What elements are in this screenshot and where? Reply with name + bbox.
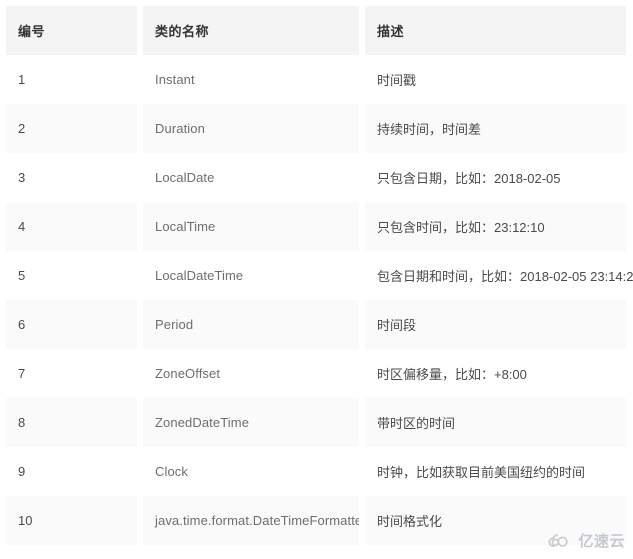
table-row: 9 Clock 时钟，比如获取目前美国纽约的时间	[6, 447, 626, 496]
cell-number: 10	[6, 496, 137, 545]
table-header: 编号 类的名称 描述	[6, 6, 626, 55]
cell-number: 4	[6, 202, 137, 251]
cell-class-name: Duration	[143, 104, 359, 153]
cell-class-name: Period	[143, 300, 359, 349]
table-row: 1 Instant 时间戳	[6, 55, 626, 104]
cell-number: 3	[6, 153, 137, 202]
cell-description: 带时区的时间	[365, 398, 626, 447]
cell-description: 时间格式化	[365, 496, 626, 545]
table-container: 编号 类的名称 描述 1 Instant 时间戳 2 Duration 持续时间…	[6, 6, 633, 545]
column-header-class-name: 类的名称	[143, 6, 359, 55]
cell-class-name: ZoneOffset	[143, 349, 359, 398]
cell-description: 时钟，比如获取目前美国纽约的时间	[365, 447, 626, 496]
cell-description: 包含日期和时间，比如：2018-02-05 23:14:21	[365, 251, 633, 300]
table-body: 1 Instant 时间戳 2 Duration 持续时间，时间差 3 Loca…	[6, 55, 633, 545]
cell-number: 7	[6, 349, 137, 398]
column-header-number: 编号	[6, 6, 137, 55]
table-row: 10 java.time.format.DateTimeFormatter 时间…	[6, 496, 626, 545]
cell-class-name: ZonedDateTime	[143, 398, 359, 447]
cell-description: 持续时间，时间差	[365, 104, 626, 153]
cell-number: 9	[6, 447, 137, 496]
cell-description: 时区偏移量，比如：+8:00	[365, 349, 626, 398]
table-row: 2 Duration 持续时间，时间差	[6, 104, 626, 153]
class-reference-table: 编号 类的名称 描述 1 Instant 时间戳 2 Duration 持续时间…	[6, 6, 633, 545]
cell-class-name: LocalTime	[143, 202, 359, 251]
cell-description: 只包含时间，比如：23:12:10	[365, 202, 626, 251]
cell-class-name: LocalDateTime	[143, 251, 359, 300]
cell-number: 2	[6, 104, 137, 153]
cell-number: 5	[6, 251, 137, 300]
table-row: 4 LocalTime 只包含时间，比如：23:12:10	[6, 202, 626, 251]
cell-class-name: LocalDate	[143, 153, 359, 202]
cell-number: 6	[6, 300, 137, 349]
table-row: 7 ZoneOffset 时区偏移量，比如：+8:00	[6, 349, 626, 398]
cell-class-name: Instant	[143, 55, 359, 104]
cell-description: 时间戳	[365, 55, 626, 104]
table-row: 5 LocalDateTime 包含日期和时间，比如：2018-02-05 23…	[6, 251, 633, 300]
cell-number: 1	[6, 55, 137, 104]
column-header-description: 描述	[365, 6, 626, 55]
table-row: 6 Period 时间段	[6, 300, 626, 349]
cell-number: 8	[6, 398, 137, 447]
cell-description: 时间段	[365, 300, 626, 349]
cell-class-name: java.time.format.DateTimeFormatter	[143, 496, 359, 545]
table-row: 3 LocalDate 只包含日期，比如：2018-02-05	[6, 153, 626, 202]
cell-description: 只包含日期，比如：2018-02-05	[365, 153, 626, 202]
table-header-row: 编号 类的名称 描述	[6, 6, 626, 55]
cell-class-name: Clock	[143, 447, 359, 496]
table-row: 8 ZonedDateTime 带时区的时间	[6, 398, 626, 447]
